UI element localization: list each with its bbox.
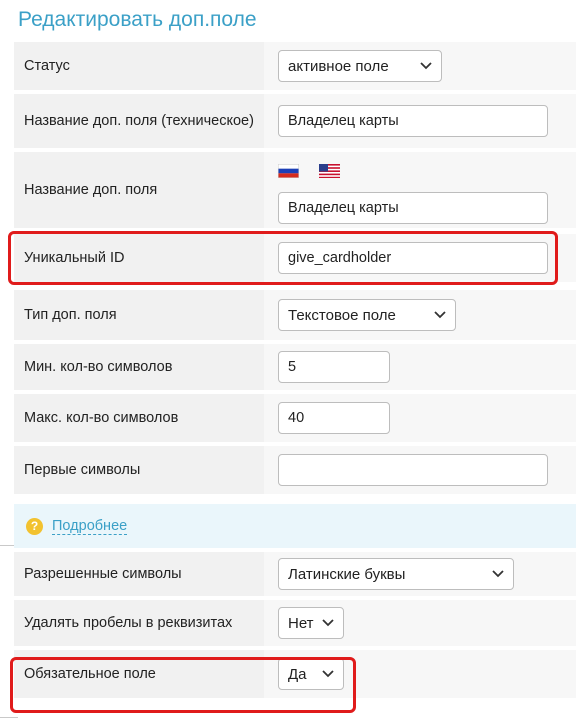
min-chars-row: Мин. кол-во символов 5 xyxy=(14,344,576,394)
type-label: Тип доп. поля xyxy=(14,290,264,340)
us-flag-icon[interactable] xyxy=(319,164,340,178)
max-chars-input[interactable]: 40 xyxy=(278,402,390,434)
chevron-down-icon xyxy=(420,62,432,70)
type-row: Тип доп. поля Текстовое поле xyxy=(14,290,576,344)
name-label: Название доп. поля xyxy=(14,152,264,228)
name-input[interactable]: Владелец карты xyxy=(278,192,548,224)
remove-spaces-value: Нет xyxy=(288,614,314,632)
question-icon: ? xyxy=(26,517,43,535)
status-label: Статус xyxy=(14,42,264,90)
first-chars-input[interactable] xyxy=(278,454,548,486)
language-flags xyxy=(278,164,340,178)
status-select[interactable]: активное поле xyxy=(278,50,442,82)
max-chars-label: Макс. кол-во символов xyxy=(14,394,264,442)
required-value: Да xyxy=(288,665,307,683)
unique-id-input[interactable]: give_cardholder xyxy=(278,242,548,274)
max-chars-row: Макс. кол-во символов 40 xyxy=(14,394,576,446)
tech-name-row: Название доп. поля (техническое) Владеле… xyxy=(14,94,576,152)
allowed-chars-value: Латинские буквы xyxy=(288,565,406,583)
min-chars-input[interactable]: 5 xyxy=(278,351,390,383)
name-row: Название доп. поля Владелец карты xyxy=(14,152,576,232)
chevron-down-icon xyxy=(492,570,504,578)
tech-name-input[interactable]: Владелец карты xyxy=(278,105,548,137)
allowed-chars-label: Разрешенные символы xyxy=(14,552,264,596)
required-row: Обязательное поле Да xyxy=(14,650,576,702)
min-chars-label: Мин. кол-во символов xyxy=(14,344,264,390)
chevron-down-icon xyxy=(322,619,334,627)
divider xyxy=(0,717,18,718)
status-row: Статус активное поле xyxy=(14,42,576,94)
allowed-chars-select[interactable]: Латинские буквы xyxy=(278,558,514,590)
chevron-down-icon xyxy=(322,670,334,678)
first-chars-row: Первые символы xyxy=(14,446,576,498)
unique-id-label: Уникальный ID xyxy=(14,234,264,282)
remove-spaces-label: Удалять пробелы в реквизитах xyxy=(14,600,264,646)
status-value: активное поле xyxy=(288,57,389,75)
edit-field-form: Статус активное поле Название доп. поля … xyxy=(14,42,576,702)
page-title: Редактировать доп.поле xyxy=(18,8,257,31)
more-info-link[interactable]: Подробнее xyxy=(52,518,128,535)
help-row: ? Подробнее xyxy=(14,504,576,552)
unique-id-row: Уникальный ID give_cardholder xyxy=(14,234,576,286)
ru-flag-icon[interactable] xyxy=(278,164,299,178)
allowed-chars-row: Разрешенные символы Латинские буквы xyxy=(14,552,576,600)
type-value: Текстовое поле xyxy=(288,306,396,324)
remove-spaces-row: Удалять пробелы в реквизитах Нет xyxy=(14,600,576,650)
required-label: Обязательное поле xyxy=(14,650,264,698)
chevron-down-icon xyxy=(434,311,446,319)
type-select[interactable]: Текстовое поле xyxy=(278,299,456,331)
first-chars-label: Первые символы xyxy=(14,446,264,494)
tech-name-label: Название доп. поля (техническое) xyxy=(14,94,264,148)
required-select[interactable]: Да xyxy=(278,658,344,690)
remove-spaces-select[interactable]: Нет xyxy=(278,607,344,639)
